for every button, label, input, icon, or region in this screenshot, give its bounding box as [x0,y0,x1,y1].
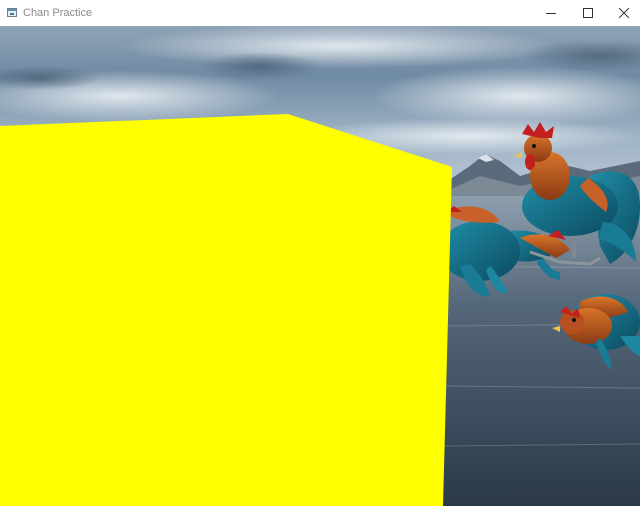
maximize-button[interactable] [569,0,607,26]
yellow-cube [0,114,452,506]
app-window-icon [7,8,17,17]
close-button[interactable] [605,0,640,26]
scene-canvas [0,26,640,506]
window-title: Chan Practice [23,7,93,19]
cube-face-front [0,114,452,506]
app-window: Chan Practice [0,0,640,506]
maximize-icon [583,8,593,18]
title-bar[interactable]: Chan Practice [0,0,640,26]
minimize-icon [546,13,556,14]
render-viewport[interactable] [0,26,640,506]
close-icon [619,8,629,18]
minimize-button[interactable] [532,0,570,26]
